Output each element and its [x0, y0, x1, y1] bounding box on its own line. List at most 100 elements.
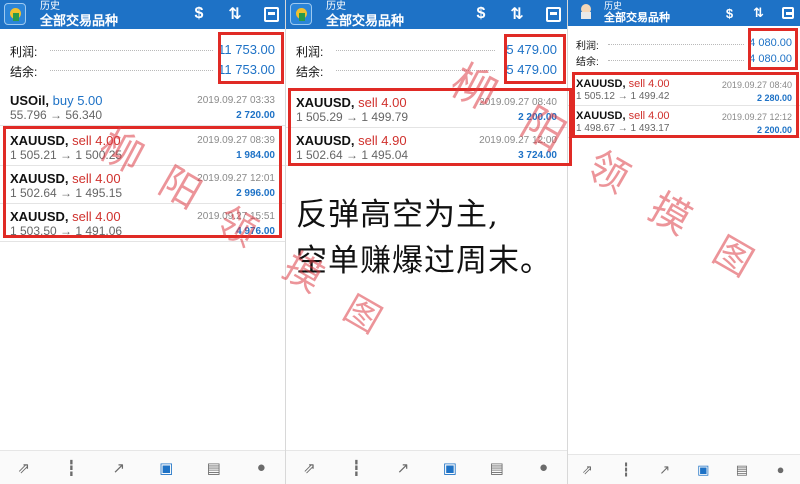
profit-value: 5 479.00 [506, 42, 557, 57]
order-prices: 1 505.29 → 1 499.79 [296, 110, 409, 124]
app-header: 历史 全部交易品种 $ ⇅ [286, 0, 567, 29]
quotes-icon[interactable]: ⇗ [297, 459, 321, 477]
order-side: sell 4.00 [628, 110, 670, 122]
headline-line-2: 空单赚爆过周末。 [296, 243, 552, 279]
order-side: buy 5.00 [52, 93, 103, 108]
order-symbol: USOil, [10, 93, 50, 108]
trade-icon[interactable]: ↗ [653, 462, 677, 478]
order-row[interactable]: XAUUSD, sell 4.00 2019.09.27 08:40 1 505… [568, 74, 800, 106]
sort-icon[interactable]: ⇅ [225, 4, 245, 24]
sort-icon[interactable]: ⇅ [750, 5, 767, 22]
order-symbol: XAUUSD, [10, 133, 69, 148]
header-subtitle: 历史 [604, 1, 623, 11]
header-title[interactable]: 全部交易品种 [326, 13, 404, 28]
balance-label: 结余: [10, 65, 38, 79]
order-prices: 1 502.64 → 1 495.04 [296, 148, 409, 162]
order-prices: 55.796 → 56.340 [10, 108, 103, 122]
order-symbol: XAUUSD, [10, 171, 69, 186]
order-time: 2019.09.27 12:01 [197, 173, 275, 184]
currency-dollar-icon[interactable]: $ [471, 4, 491, 24]
profit-label: 利润: [10, 45, 38, 59]
order-symbol: XAUUSD, [296, 95, 355, 110]
order-row[interactable]: XAUUSD, sell 4.90 2019.09.27 12:00 1 502… [286, 128, 567, 166]
chat-icon[interactable]: ● [532, 459, 556, 476]
order-side: sell 4.00 [72, 209, 121, 224]
calendar-icon[interactable] [261, 4, 281, 24]
order-profit: 4 976.00 [236, 226, 275, 237]
order-time: 2019.09.27 08:39 [197, 135, 275, 146]
balance-value: 5 479.00 [506, 62, 557, 77]
balance-label: 结余: [576, 57, 599, 68]
order-profit: 2 200.00 [756, 125, 792, 135]
chart-icon[interactable]: ┇ [59, 459, 83, 477]
calendar-icon[interactable] [543, 4, 563, 24]
currency-dollar-icon[interactable]: $ [721, 5, 738, 22]
header-subtitle: 历史 [326, 1, 346, 12]
order-row[interactable]: USOil, buy 5.00 2019.09.27 03:33 55.796 … [0, 88, 285, 126]
avatar-icon[interactable] [578, 3, 595, 20]
app-logo-icon[interactable] [290, 3, 312, 25]
history-icon[interactable]: ▣ [691, 462, 715, 478]
currency-dollar-icon[interactable]: $ [189, 4, 209, 24]
order-time: 2019.09.27 12:00 [479, 135, 557, 146]
order-time: 2019.09.27 03:33 [197, 95, 275, 106]
order-row[interactable]: XAUUSD, sell 4.00 2019.09.27 12:12 1 498… [568, 106, 800, 138]
header-subtitle: 历史 [40, 1, 60, 12]
sort-icon[interactable]: ⇅ [507, 4, 527, 24]
trade-icon[interactable]: ↗ [107, 459, 131, 477]
order-symbol: XAUUSD, [576, 78, 626, 90]
trade-icon[interactable]: ↗ [391, 459, 415, 477]
quotes-icon[interactable]: ⇗ [575, 462, 599, 478]
balance-value: 4 080.00 [749, 53, 792, 65]
calendar-icon[interactable] [779, 5, 796, 22]
profit-value: 4 080.00 [749, 37, 792, 49]
order-time: 2019.09.27 08:40 [479, 97, 557, 108]
profit-label: 利润: [296, 45, 324, 59]
history-icon[interactable]: ▣ [438, 459, 462, 477]
app-header: 历史 全部交易品种 $ ⇅ [568, 0, 800, 26]
headline: 反弹高空为主, 空单赚爆过周末。 [296, 192, 616, 284]
order-profit: 2 720.00 [236, 110, 275, 121]
order-time: 2019.09.27 12:12 [721, 112, 792, 122]
order-row[interactable]: XAUUSD, sell 4.00 2019.09.27 08:39 1 505… [0, 128, 285, 166]
bottom-nav: ⇗ ┇ ↗ ▣ ▤ ● [0, 450, 285, 484]
order-side: sell 4.00 [358, 95, 407, 110]
order-profit: 3 724.00 [518, 150, 557, 161]
bottom-nav: ⇗ ┇ ↗ ▣ ▤ ● [286, 450, 567, 484]
profit-value: 11 753.00 [218, 42, 275, 57]
chat-icon[interactable]: ● [249, 459, 273, 476]
header-title[interactable]: 全部交易品种 [604, 12, 670, 25]
order-row[interactable]: XAUUSD, sell 4.00 2019.09.27 15:51 1 503… [0, 204, 285, 242]
balance-label: 结余: [296, 65, 324, 79]
history-icon[interactable]: ▣ [154, 459, 178, 477]
quotes-icon[interactable]: ⇗ [12, 459, 36, 477]
news-icon[interactable]: ▤ [485, 459, 509, 477]
order-prices: 1 498.67 → 1 493.17 [576, 123, 670, 134]
order-side: sell 4.00 [628, 78, 670, 90]
order-time: 2019.09.27 15:51 [197, 211, 275, 222]
news-icon[interactable]: ▤ [202, 459, 226, 477]
order-profit: 1 984.00 [236, 150, 275, 161]
header-title[interactable]: 全部交易品种 [40, 13, 118, 28]
order-profit: 2 996.00 [236, 188, 275, 199]
chart-icon[interactable]: ┇ [344, 459, 368, 477]
order-side: sell 4.00 [72, 171, 121, 186]
order-symbol: XAUUSD, [10, 209, 69, 224]
app-logo-icon[interactable] [4, 3, 26, 25]
order-symbol: XAUUSD, [296, 133, 355, 148]
order-row[interactable]: XAUUSD, sell 4.00 2019.09.27 08:40 1 505… [286, 90, 567, 128]
order-symbol: XAUUSD, [576, 110, 626, 122]
order-prices: 1 505.21 → 1 500.25 [10, 148, 123, 162]
chat-icon[interactable]: ● [769, 462, 793, 477]
order-prices: 1 505.12 → 1 499.42 [576, 91, 670, 102]
bottom-nav: ⇗ ┇ ↗ ▣ ▤ ● [568, 454, 800, 484]
order-side: sell 4.00 [72, 133, 121, 148]
headline-line-1: 反弹高空为主, [296, 197, 499, 233]
order-prices: 1 503.50 → 1 491.06 [10, 224, 123, 238]
balance-value: 11 753.00 [218, 62, 275, 77]
order-side: sell 4.90 [358, 133, 407, 148]
history-screen-1: 历史 全部交易品种 $ ⇅ 利润: 11 753.00 结余: 11 753.0… [0, 0, 286, 484]
order-row[interactable]: XAUUSD, sell 4.00 2019.09.27 12:01 1 502… [0, 166, 285, 204]
chart-icon[interactable]: ┇ [614, 462, 638, 478]
news-icon[interactable]: ▤ [730, 462, 754, 478]
